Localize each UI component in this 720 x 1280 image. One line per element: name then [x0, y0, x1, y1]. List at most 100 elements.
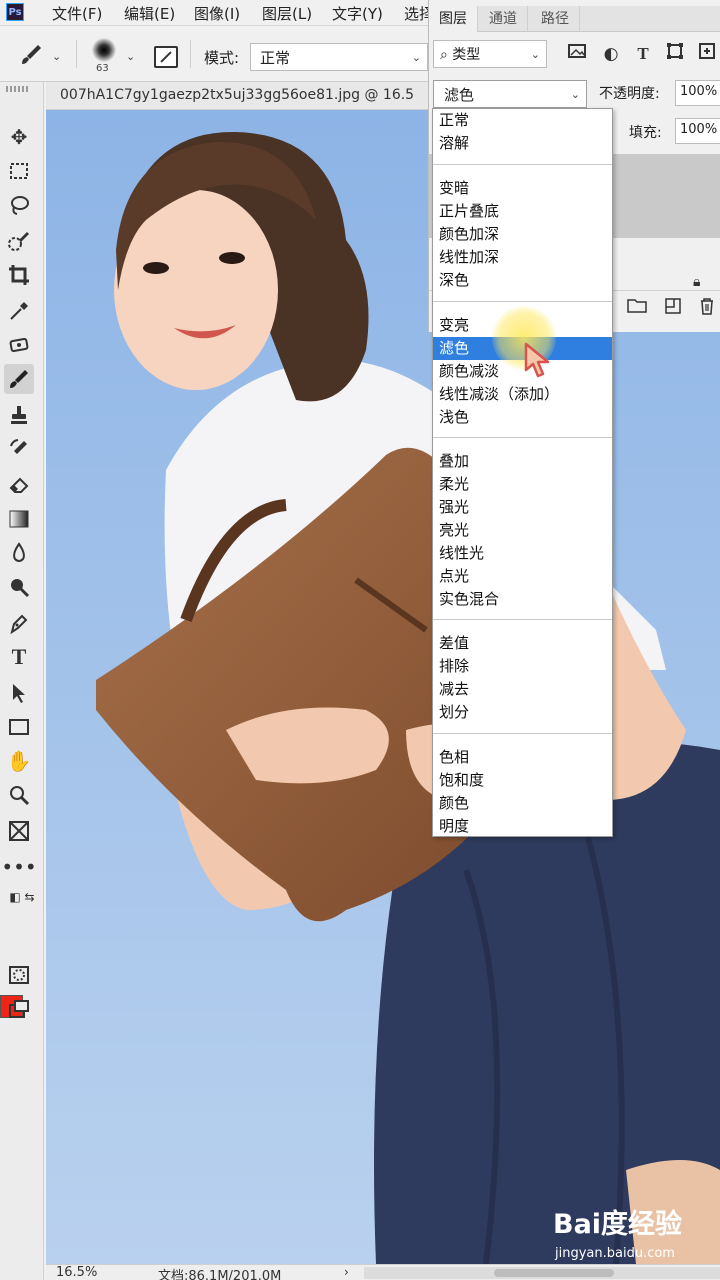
shape-filter-icon[interactable] [663, 42, 687, 66]
crop-tool-icon[interactable] [4, 260, 34, 290]
blend-option[interactable]: 排除 [433, 655, 612, 678]
layer-kind-filter[interactable]: ⌕ 类型 ⌄ [433, 40, 547, 68]
brush-preset-preview[interactable] [92, 38, 116, 62]
blend-option[interactable]: 减去 [433, 678, 612, 701]
tab-channels[interactable]: 通道 [479, 6, 528, 32]
eyedropper-tool-icon[interactable] [4, 296, 34, 326]
opacity-label: 不透明度: [599, 86, 660, 102]
type-filter-icon[interactable]: T [631, 42, 655, 66]
divider [76, 40, 77, 68]
blur-tool-icon[interactable] [4, 538, 34, 568]
menu-divider [433, 301, 612, 302]
blend-option[interactable]: 颜色加深 [433, 223, 612, 246]
blend-option[interactable]: 色相 [433, 746, 612, 769]
marquee-tool-icon[interactable] [4, 156, 34, 186]
document-tab[interactable]: 007hA1C7gy1gaezp2tx5uj33gg56oe81.jpg @ 1… [46, 82, 432, 110]
opacity-input[interactable]: 100% [675, 80, 720, 106]
eraser-tool-icon[interactable] [4, 470, 34, 500]
more-tools-icon[interactable]: ••• [1, 852, 36, 882]
blend-option[interactable]: 划分 [433, 701, 612, 724]
path-selection-tool-icon[interactable] [4, 678, 34, 708]
zoom-level[interactable]: 16.5% [56, 1265, 97, 1280]
mode-label: 模式: [204, 49, 240, 67]
blend-option[interactable]: 正常 [433, 109, 612, 132]
delete-layer-icon[interactable] [695, 297, 719, 319]
new-layer-icon[interactable] [661, 297, 685, 319]
new-group-icon[interactable] [625, 297, 649, 319]
document-title: 007hA1C7gy1gaezp2tx5uj33gg56oe81.jpg @ 1… [60, 87, 415, 103]
chevron-down-icon: ⌄ [570, 88, 580, 101]
mode-value: 正常 [260, 49, 291, 67]
dodge-tool-icon[interactable] [4, 572, 34, 602]
blend-option[interactable]: 线性光 [433, 542, 612, 565]
blend-option[interactable]: 变暗 [433, 177, 612, 200]
blend-option[interactable]: 强光 [433, 496, 612, 519]
blend-option[interactable]: 深色 [433, 269, 612, 292]
blend-option[interactable]: 正片叠底 [433, 200, 612, 223]
document-size-info: 文档:86.1M/201.0M [158, 1269, 282, 1280]
type-tool-icon[interactable]: T [4, 642, 34, 672]
brush-size-label: 63 [96, 63, 109, 74]
move-tool-icon[interactable]: ✥ [4, 122, 34, 152]
horizontal-scrollbar[interactable] [364, 1267, 720, 1279]
menu-layer[interactable]: 图层(L) [262, 3, 312, 24]
chevron-down-icon: ⌄ [411, 51, 421, 64]
blend-option[interactable]: 明度 [433, 815, 612, 838]
blend-option[interactable]: 浅色 [433, 406, 612, 429]
brush-settings-toggle-icon[interactable] [154, 46, 178, 68]
menu-image[interactable]: 图像(I) [194, 3, 240, 24]
panel-grip[interactable] [6, 86, 28, 92]
blend-option[interactable]: 实色混合 [433, 588, 612, 611]
healing-brush-tool-icon[interactable] [4, 330, 34, 360]
blend-option[interactable]: 溶解 [433, 132, 612, 155]
blend-option[interactable]: 饱和度 [433, 769, 612, 792]
blend-mode-select[interactable]: 滤色 ⌄ [433, 80, 587, 108]
mode-select[interactable]: 正常 ⌄ [250, 43, 428, 71]
zoom-tool-icon[interactable] [4, 780, 34, 810]
blend-mode-dropdown: 正常 溶解 变暗 正片叠底 颜色加深 线性加深 深色 变亮 滤色 颜色减淡 线性… [432, 108, 613, 837]
hand-tool-icon[interactable]: ✋ [4, 746, 34, 776]
blend-option[interactable]: 差值 [433, 632, 612, 655]
blend-option[interactable]: 颜色 [433, 792, 612, 815]
image-filter-icon[interactable] [565, 42, 589, 66]
menu-edit[interactable]: 编辑(E) [124, 3, 175, 24]
tab-paths[interactable]: 路径 [531, 6, 580, 32]
rectangle-tool-icon[interactable] [4, 712, 34, 742]
screen-mode-icon[interactable] [4, 994, 34, 1024]
chevron-down-icon[interactable]: ⌄ [52, 50, 61, 63]
history-brush-tool-icon[interactable] [4, 434, 34, 464]
fill-input[interactable]: 100% [675, 118, 720, 144]
blend-option[interactable]: 线性加深 [433, 246, 612, 269]
chevron-down-icon[interactable]: ⌄ [126, 50, 135, 63]
tab-layers[interactable]: 图层 [429, 6, 478, 32]
panel-tabs: 图层 通道 路径 [429, 6, 720, 32]
pen-tool-icon[interactable] [4, 608, 34, 638]
menu-type[interactable]: 文字(Y) [332, 3, 383, 24]
scrollbar-thumb[interactable] [494, 1269, 614, 1277]
lasso-tool-icon[interactable] [4, 190, 34, 220]
frame-tool-icon[interactable] [4, 816, 34, 846]
blend-option[interactable]: 亮光 [433, 519, 612, 542]
gradient-tool-icon[interactable] [4, 504, 34, 534]
quick-mask-icon[interactable] [4, 960, 34, 990]
swap-colors-icon[interactable]: ◧ ⇆ [4, 882, 40, 912]
brush-tool-icon[interactable] [18, 42, 44, 68]
brush-tool-icon[interactable] [4, 364, 34, 394]
menu-file[interactable]: 文件(F) [52, 3, 102, 24]
blend-option[interactable]: 变亮 [433, 314, 612, 337]
blend-option[interactable]: 线性减淡（添加） [433, 383, 612, 406]
blend-option[interactable]: 叠加 [433, 450, 612, 473]
photoshop-logo: Ps [6, 3, 24, 21]
clone-stamp-tool-icon[interactable] [4, 400, 34, 430]
chevron-down-icon: ⌄ [530, 48, 540, 61]
blend-option[interactable]: 柔光 [433, 473, 612, 496]
adjustment-filter-icon[interactable]: ◐ [599, 42, 623, 66]
quick-selection-tool-icon[interactable] [4, 226, 34, 256]
blend-option[interactable]: 点光 [433, 565, 612, 588]
smart-object-filter-icon[interactable] [695, 42, 719, 66]
menu-divider [433, 733, 612, 734]
kind-filter-value: 类型 [452, 47, 481, 63]
chevron-right-icon[interactable]: › [344, 1265, 349, 1279]
watermark-url: jingyan.baidu.com [555, 1246, 675, 1261]
menu-divider [433, 164, 612, 165]
